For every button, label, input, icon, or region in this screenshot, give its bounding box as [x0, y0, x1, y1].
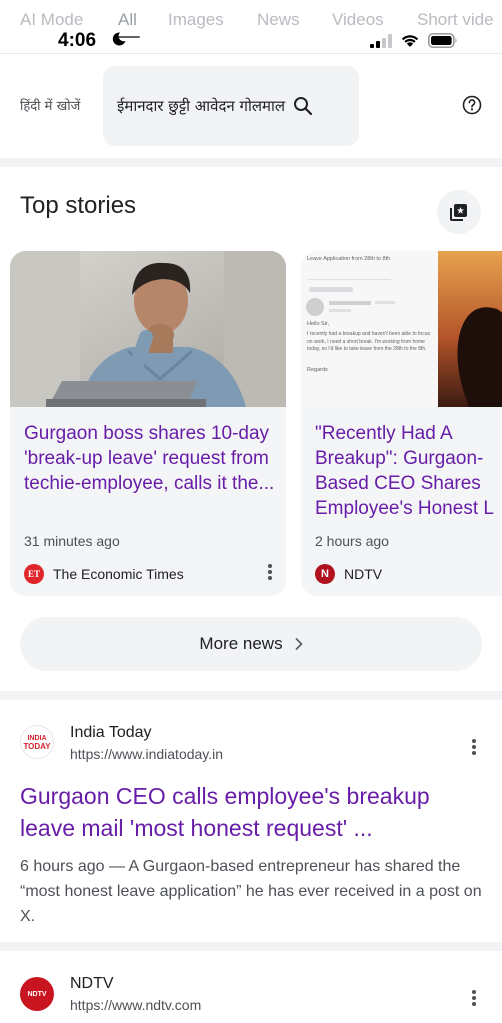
tab-short-videos[interactable]: Short vide: [417, 10, 494, 30]
email-subject: Leave Application from 28th to 8th: [307, 256, 391, 262]
news-card-economic-times[interactable]: Gurgaon boss shares 10-day 'break-up lea…: [10, 251, 286, 596]
status-time: 4:06: [58, 30, 97, 51]
section-divider: [0, 158, 502, 167]
ndtv-result-logo-text: NDTV: [27, 990, 47, 998]
news-card-time: 31 minutes ago: [24, 533, 120, 549]
header-divider: [0, 53, 502, 54]
email-signoff: Regards: [307, 367, 328, 373]
hindi-query-suggestion[interactable]: ईमानदार छुट्टी आवेदन गोलमाल: [103, 66, 359, 146]
moon-icon: [112, 32, 126, 46]
svg-text:INDIA: INDIA: [27, 735, 46, 742]
email-body: I recently had a breakup and haven't bee…: [307, 331, 430, 352]
tab-news[interactable]: News: [257, 10, 300, 30]
svg-text:TODAY: TODAY: [23, 742, 51, 751]
news-card-title[interactable]: Gurgaon boss shares 10-day 'break-up lea…: [24, 421, 276, 521]
news-card-source-name: NDTV: [344, 566, 383, 582]
wifi-icon: [401, 35, 419, 47]
news-card-image: Leave Application from 28th to 8th Hello…: [301, 251, 502, 407]
more-vert-icon[interactable]: [472, 990, 476, 1006]
result-url[interactable]: https://www.ndtv.com: [70, 997, 201, 1013]
ndtv-result-logo: NDTV: [20, 977, 54, 1011]
news-card-source: N NDTV: [315, 563, 502, 585]
email-greeting: Hello Sir,: [307, 321, 330, 327]
more-news-label: More news: [199, 634, 283, 653]
signal-icon: [370, 33, 392, 48]
help-icon[interactable]: [462, 95, 482, 115]
news-card-source: ET The Economic Times: [24, 563, 272, 585]
tab-images[interactable]: Images: [168, 10, 224, 30]
ndtv-logo: N: [315, 564, 335, 584]
result-site-name[interactable]: NDTV: [70, 975, 114, 993]
hindi-query-text: ईमानदार छुट्टी आवेदन गोलमाल: [117, 97, 286, 115]
result-title-link[interactable]: Gurgaon CEO calls employee's breakup lea…: [20, 780, 482, 844]
section-divider: [0, 691, 502, 700]
news-card-source-name: The Economic Times: [53, 566, 184, 582]
add-to-collection-icon: [450, 204, 467, 221]
search-in-hindi-label[interactable]: हिंदी में खोजें: [20, 96, 80, 114]
top-stories-heading: Top stories: [20, 192, 137, 219]
tab-videos[interactable]: Videos: [332, 10, 384, 30]
news-card-image: [10, 251, 286, 407]
tab-all[interactable]: All: [118, 10, 137, 30]
result-url[interactable]: https://www.indiatoday.in: [70, 746, 223, 762]
news-card-title[interactable]: "Recently Had A Breakup": Gurgaon-Based …: [315, 421, 502, 521]
news-card-time: 2 hours ago: [315, 533, 389, 549]
india-today-logo: INDIA TODAY: [20, 725, 54, 759]
news-card-ndtv[interactable]: Leave Application from 28th to 8th Hello…: [301, 251, 502, 596]
more-vert-icon[interactable]: [268, 564, 272, 580]
status-icons: [370, 33, 458, 48]
section-divider: [0, 942, 502, 951]
economic-times-logo: ET: [24, 564, 44, 584]
tab-ai-mode[interactable]: AI Mode: [20, 10, 83, 30]
more-news-button[interactable]: More news: [20, 617, 482, 671]
search-icon: [294, 97, 313, 116]
add-to-collection-button[interactable]: [437, 190, 481, 234]
result-site-name[interactable]: India Today: [70, 724, 152, 742]
result-snippet: 6 hours ago — A Gurgaon-based entreprene…: [20, 858, 482, 925]
battery-icon: [428, 33, 457, 48]
more-vert-icon[interactable]: [472, 739, 476, 755]
chevron-right-icon: [295, 638, 302, 650]
